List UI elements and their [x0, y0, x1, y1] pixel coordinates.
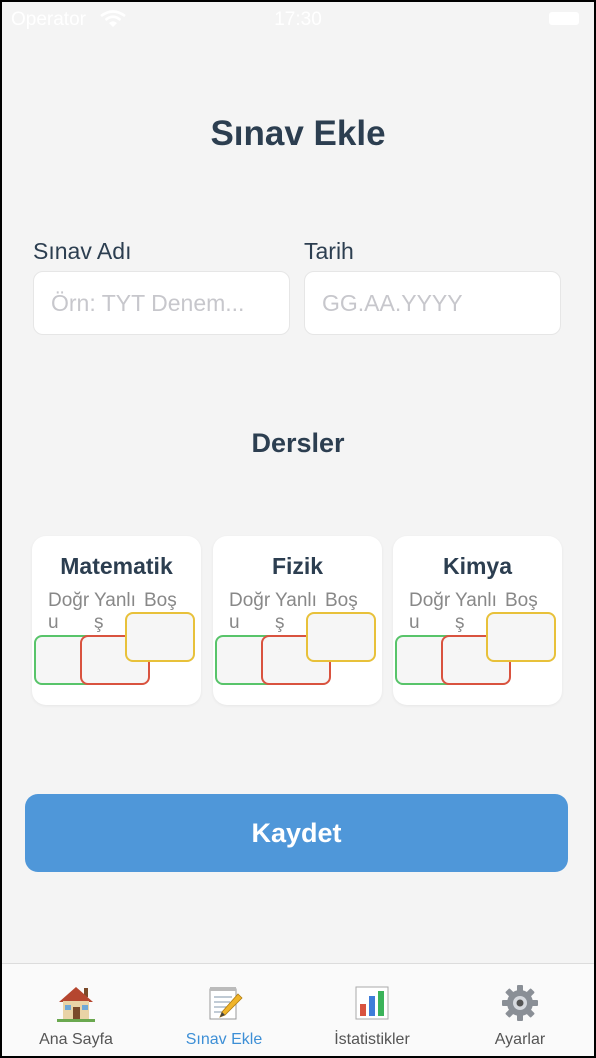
empty-count-input[interactable]: [125, 612, 195, 662]
tab-settings[interactable]: Ayarlar: [446, 964, 594, 1056]
empty-count-input[interactable]: [306, 612, 376, 662]
correct-label: Doğru: [48, 590, 90, 633]
empty-label: Boş: [325, 590, 358, 611]
memo-pencil-icon: [209, 987, 243, 1020]
bar-chart-icon: [355, 986, 389, 1020]
tab-home[interactable]: Ana Sayfa: [2, 964, 150, 1056]
correct-label: Doğru: [409, 590, 451, 633]
tab-bar: Ana Sayfa Sınav Ekle İstatistikler Ayarl…: [2, 963, 594, 1056]
empty-label: Boş: [144, 590, 177, 611]
tab-add-exam[interactable]: Sınav Ekle: [150, 964, 298, 1056]
tab-label: Ayarlar: [494, 1031, 546, 1048]
exam-name-input[interactable]: [33, 271, 290, 335]
tab-label: Sınav Ekle: [185, 1031, 263, 1048]
date-input[interactable]: [304, 271, 561, 335]
subject-card-fizik: Fizik Doğru Yanlış Boş: [213, 536, 382, 705]
subject-name: Matematik: [60, 553, 173, 579]
battery-icon: [549, 12, 579, 25]
date-label: Tarih: [304, 238, 354, 264]
tab-label: İstatistikler: [334, 1031, 410, 1048]
tab-label: Ana Sayfa: [39, 1031, 113, 1048]
screen: Operator 17:30 Sınav Ekle Sınav Adı Tari…: [2, 2, 594, 1056]
house-icon: [57, 987, 95, 1022]
clock: 17:30: [274, 9, 322, 30]
status-bar: Operator 17:30: [2, 2, 594, 38]
gear-icon: [502, 985, 538, 1021]
subject-name: Fizik: [271, 553, 324, 579]
correct-label: Doğru: [229, 590, 271, 633]
page-title: Sınav Ekle: [210, 114, 386, 153]
subjects-heading: Dersler: [251, 428, 345, 458]
save-button[interactable]: Kaydet: [25, 794, 568, 872]
empty-label: Boş: [505, 590, 538, 611]
subject-name: Kimya: [442, 553, 513, 579]
tab-statistics[interactable]: İstatistikler: [298, 964, 446, 1056]
empty-count-input[interactable]: [486, 612, 556, 662]
subject-card-kimya: Kimya Doğru Yanlış Boş: [393, 536, 562, 705]
exam-name-label: Sınav Adı: [33, 238, 132, 264]
subject-card-matematik: Matematik Doğru Yanlış Boş: [32, 536, 201, 705]
